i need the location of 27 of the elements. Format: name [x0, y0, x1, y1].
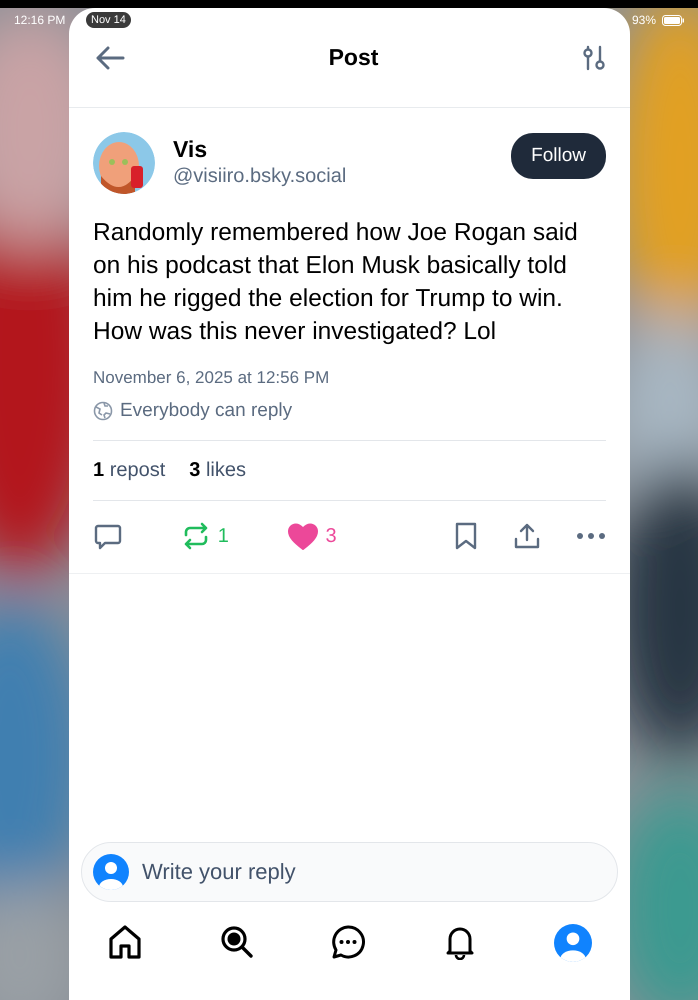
settings-icon[interactable]: [582, 44, 606, 70]
like-count: 3: [326, 524, 337, 548]
more-icon[interactable]: [576, 532, 606, 540]
reply-setting[interactable]: Everybody can reply: [120, 400, 292, 422]
post-text: Randomly remembered how Joe Rogan said on his podcast that Elon Musk basically told him he rigged the election for Trump to win. How was this never investigated? Lol: [93, 218, 579, 347]
bookmark-icon[interactable]: [454, 522, 478, 550]
page-title: Post: [328, 44, 378, 71]
share-icon[interactable]: [514, 523, 540, 549]
author-handle[interactable]: @visiiro.bsky.social: [173, 165, 494, 188]
profile-icon[interactable]: [554, 924, 592, 962]
follow-button[interactable]: Follow: [511, 133, 606, 179]
status-time: 12:16 PM: [14, 13, 66, 27]
date-pill: Nov 14: [86, 12, 131, 28]
back-arrow-icon[interactable]: [95, 46, 125, 70]
home-icon[interactable]: [106, 924, 143, 960]
chat-icon[interactable]: [330, 924, 366, 960]
heart-icon[interactable]: [288, 522, 318, 550]
author-name[interactable]: Vis: [173, 136, 494, 163]
battery-percent: 93%: [632, 13, 656, 27]
search-icon[interactable]: [218, 924, 255, 960]
battery-icon: [662, 14, 684, 26]
post-timestamp: November 6, 2025 at 12:56 PM: [93, 368, 330, 388]
stat-count[interactable]: 1 repost: [93, 459, 166, 482]
stat-count[interactable]: 3 likes: [189, 459, 246, 482]
reply-field[interactable]: Write your reply: [81, 842, 618, 902]
globe-icon: [93, 401, 113, 421]
repost-count: 1: [218, 524, 229, 548]
